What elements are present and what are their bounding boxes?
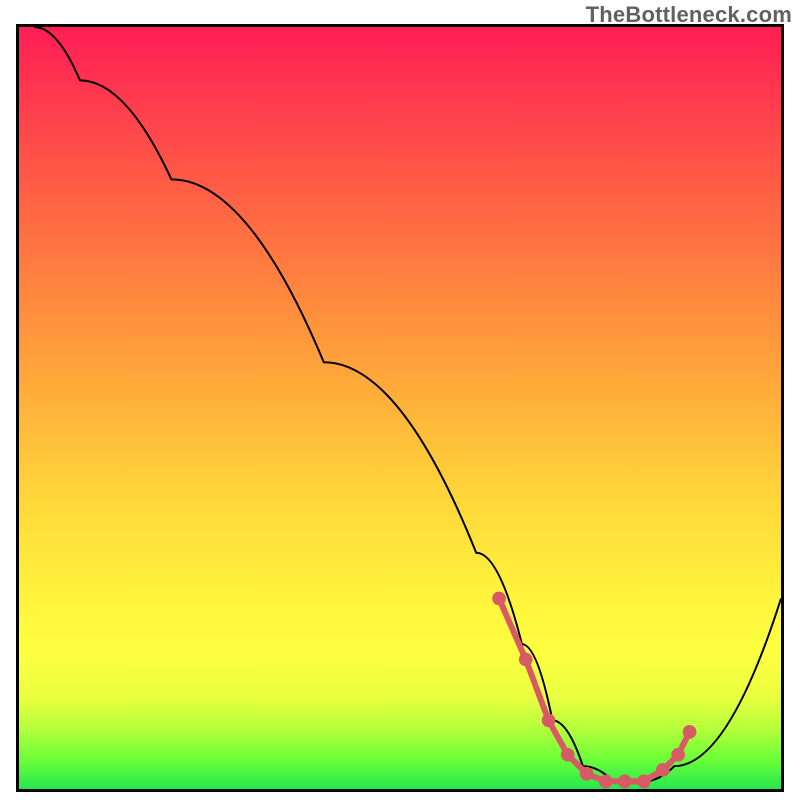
optimal-point xyxy=(561,748,575,762)
optimal-point xyxy=(599,775,613,789)
curve-layer xyxy=(19,27,781,789)
optimal-point xyxy=(492,592,506,606)
optimal-point xyxy=(637,775,651,789)
chart-container: TheBottleneck.com xyxy=(0,0,800,800)
bottleneck-curve xyxy=(34,27,781,781)
optimal-point xyxy=(618,775,632,789)
optimal-point xyxy=(683,725,697,739)
optimal-point xyxy=(580,767,594,781)
optimal-range-markers xyxy=(492,592,696,789)
optimal-point xyxy=(671,748,685,762)
plot-area xyxy=(16,24,784,792)
optimal-range-line xyxy=(499,599,690,782)
optimal-point xyxy=(542,714,556,728)
optimal-point xyxy=(656,763,670,777)
optimal-point xyxy=(519,653,533,667)
